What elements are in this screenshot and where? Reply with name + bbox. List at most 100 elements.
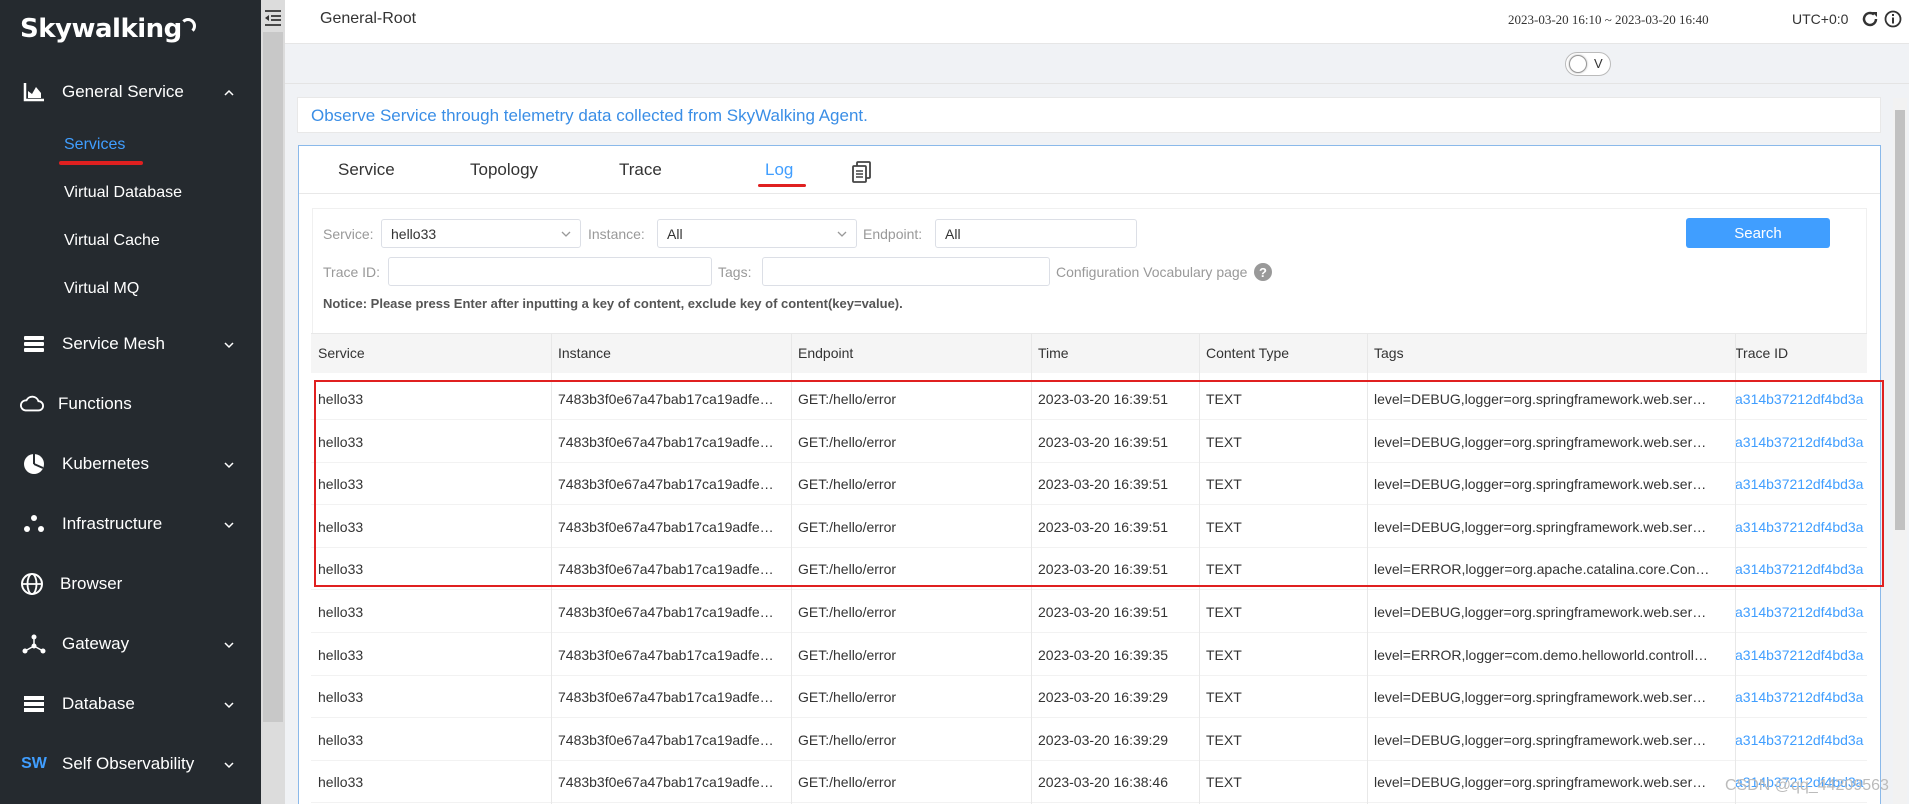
help-icon[interactable]: ? [1254,263,1272,281]
cell-trace-id[interactable]: a314b37212df4bd3a [1735,604,1865,620]
chevron-down-icon [223,456,235,476]
sidebar-item-gateway[interactable]: Gateway [0,624,261,664]
cell-content-type: TEXT [1206,646,1242,663]
sw-logo-icon: SW [21,755,47,772]
cell-instance: 7483b3f0e67a47bab17ca19adfe… [558,774,774,791]
cell-endpoint: GET:/hello/error [798,391,897,407]
cell-trace-id[interactable]: a314b37212df4bd3a [1735,689,1865,705]
cell-endpoint: GET:/hello/error [798,731,897,748]
cell-trace-id[interactable]: a314b37212df4bd3a [1735,519,1865,535]
cell-trace-id[interactable]: a314b37212df4bd3a [1735,561,1865,577]
tab-log[interactable]: Log [765,160,793,180]
cell-content-type: TEXT [1206,689,1242,706]
endpoint-input[interactable]: All [935,219,1137,248]
timezone-label[interactable]: UTC+0:0 [1792,11,1848,27]
cell-trace-id[interactable]: a314b37212df4bd3a [1735,732,1865,748]
cell-content-type: TEXT [1206,391,1242,407]
tab-service[interactable]: Service [338,160,395,180]
info-icon[interactable] [1884,10,1902,31]
cell-content-type: TEXT [1206,561,1242,578]
sidebar-sub-virtual-database[interactable]: Virtual Database [64,184,182,202]
cell-trace-id[interactable]: a314b37212df4bd3a [1735,476,1865,492]
table-row[interactable]: hello33 7483b3f0e67a47bab17ca19adfe… GET:/… [311,634,1867,676]
table-row[interactable]: hello33 7483b3f0e67a47bab17ca19adfe… GET:/… [311,591,1867,633]
table-row[interactable]: hello33 7483b3f0e67a47bab17ca19adfe… GET:/… [311,378,1867,420]
sidebar-item-label: Self Observability [62,754,195,773]
cell-time: 2023-03-20 16:39:51 [1038,604,1168,620]
col-content-type[interactable]: Content Type [1206,345,1289,361]
table-row[interactable]: hello33 7483b3f0e67a47bab17ca19adfe… GET:/… [311,506,1867,548]
tags-input[interactable] [762,257,1050,286]
cell-trace-id[interactable]: a314b37212df4bd3a [1735,391,1865,407]
cloud-icon [20,395,44,413]
col-endpoint[interactable]: Endpoint [798,345,853,361]
sidebar-scrollbar[interactable] [261,0,285,804]
sidebar-item-database[interactable]: Database [0,684,261,724]
service-description-bar: Observe Service through telemetry data c… [297,97,1881,133]
col-service[interactable]: Service [318,345,365,361]
cell-service: hello33 [318,561,364,578]
cell-endpoint: GET:/hello/error [798,433,897,450]
cell-content-type: TEXT [1206,604,1242,620]
table-row[interactable]: hello33 7483b3f0e67a47bab17ca19adfe… GET:/… [311,676,1867,719]
table-row[interactable]: hello33 7483b3f0e67a47bab17ca19adfe… GET:/… [311,719,1867,761]
copy-icon[interactable] [852,161,872,186]
instance-select[interactable]: All [657,219,857,248]
main-scrollbar[interactable] [1893,98,1907,804]
column-divider [1031,333,1032,804]
cell-endpoint: GET:/hello/error [798,518,897,535]
search-button[interactable]: Search [1686,218,1830,248]
endpoint-label: Endpoint: [863,226,923,242]
menu-collapse-icon[interactable] [263,8,283,28]
scrollbar-thumb[interactable] [263,32,283,722]
sidebar-item-label: Kubernetes [62,454,149,473]
sidebar-sub-virtual-mq[interactable]: Virtual MQ [64,280,139,298]
view-toggle-switch[interactable]: V [1565,52,1611,76]
instance-select-value: All [667,226,683,242]
top-header: General-Root 2023-03-20 16:10 ~ 2023-03-… [285,0,1909,44]
sidebar-item-infrastructure[interactable]: Infrastructure [0,504,261,544]
sidebar-item-general-service[interactable]: General Service [0,72,261,112]
table-row[interactable]: hello33 7483b3f0e67a47bab17ca19adfe… GET:/… [311,548,1867,591]
tab-trace[interactable]: Trace [619,160,662,180]
active-sub-underline [59,161,143,165]
col-time[interactable]: Time [1038,345,1069,361]
table-row[interactable]: hello33 7483b3f0e67a47bab17ca19adfe… GET:/… [311,463,1867,506]
cell-tags: level=DEBUG,logger=org.springframework.w… [1374,731,1707,748]
table-row[interactable]: hello33 7483b3f0e67a47bab17ca19adfe… GET:/… [311,421,1867,463]
cell-trace-id[interactable]: a314b37212df4bd3a [1735,434,1865,450]
service-select[interactable]: hello33 [381,219,581,248]
sidebar-item-functions[interactable]: Functions [0,384,261,424]
scrollbar-thumb[interactable] [1895,110,1905,530]
col-instance[interactable]: Instance [558,345,611,361]
vocabulary-link[interactable]: Configuration Vocabulary page [1056,264,1247,280]
cell-instance: 7483b3f0e67a47bab17ca19adfe… [558,731,774,748]
sidebar-item-service-mesh[interactable]: Service Mesh [0,324,261,364]
col-trace-id[interactable]: Trace ID [1735,345,1788,361]
app-logo[interactable]: Skywalking [20,14,196,44]
sidebar-sub-virtual-cache[interactable]: Virtual Cache [64,232,160,250]
cell-trace-id[interactable]: a314b37212df4bd3a [1735,647,1865,663]
tab-topology[interactable]: Topology [470,160,538,180]
cell-instance: 7483b3f0e67a47bab17ca19adfe… [558,433,774,450]
chevron-down-icon [560,227,572,243]
chevron-down-icon [223,336,235,356]
time-range-picker[interactable]: 2023-03-20 16:10 ~ 2023-03-20 16:40 [1508,12,1709,28]
cell-time: 2023-03-20 16:39:51 [1038,518,1168,535]
page-title: General-Root [320,10,417,27]
col-tags[interactable]: Tags [1374,345,1404,361]
table-row[interactable]: hello33 7483b3f0e67a47bab17ca19adfe… GET:/… [311,761,1867,804]
service-label: Service: [323,226,374,242]
sidebar-item-self-observability[interactable]: SW Self Observability [0,744,261,784]
sidebar-sub-services[interactable]: Services [64,136,125,154]
sidebar-item-kubernetes[interactable]: Kubernetes [0,444,261,484]
cell-time: 2023-03-20 16:39:35 [1038,646,1168,663]
sidebar-item-browser[interactable]: Browser [0,564,261,604]
service-description-text: Observe Service through telemetry data c… [311,106,868,125]
refresh-icon[interactable] [1861,10,1879,31]
cell-service: hello33 [318,689,364,706]
cell-instance: 7483b3f0e67a47bab17ca19adfe… [558,518,774,535]
trace-id-input[interactable] [388,257,712,286]
pie-chart-icon [22,453,46,475]
chevron-down-icon [836,227,848,243]
